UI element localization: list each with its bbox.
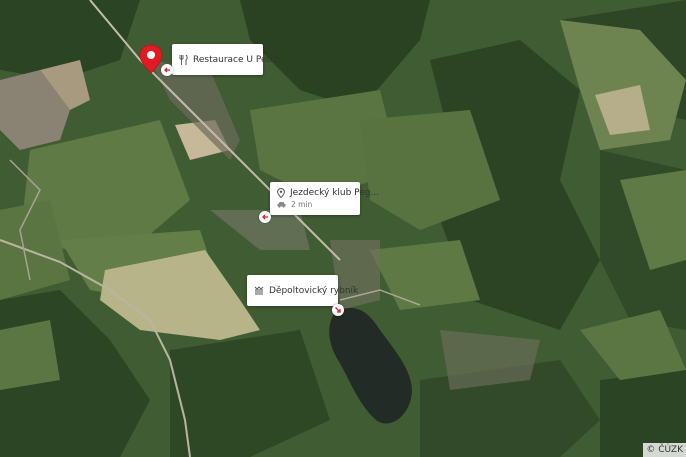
location-marker-icon (139, 44, 163, 74)
poi-name: Děpoltovický rybník (269, 285, 359, 296)
arrow-left-icon (164, 67, 170, 73)
poi-label-pond[interactable]: Děpoltovický rybník (247, 275, 358, 306)
arrow-down-right-icon (335, 307, 341, 313)
aerial-imagery (0, 0, 686, 457)
location-pin-icon (277, 188, 285, 198)
location-marker[interactable] (139, 44, 163, 74)
aerial-map[interactable]: Restaurace U Petrů Jezdecký klub Peg... … (0, 0, 686, 457)
arrow-left-icon (262, 214, 268, 220)
car-icon (277, 202, 286, 208)
poi-label-restaurant[interactable]: Restaurace U Petrů (172, 44, 279, 75)
poi-label-riding-club[interactable]: Jezdecký klub Peg... 2 min (270, 182, 379, 215)
map-copyright: © ČÚZK (643, 443, 686, 457)
poi-name: Jezdecký klub Peg... (290, 188, 380, 198)
poi-direction-badge[interactable] (161, 64, 173, 76)
water-waves-icon (254, 286, 264, 295)
poi-direction-badge[interactable] (259, 211, 271, 223)
poi-name: Restaurace U Petrů (193, 54, 280, 65)
fork-knife-icon (179, 54, 188, 65)
travel-time: 2 min (291, 200, 313, 209)
poi-direction-badge[interactable] (332, 304, 344, 316)
